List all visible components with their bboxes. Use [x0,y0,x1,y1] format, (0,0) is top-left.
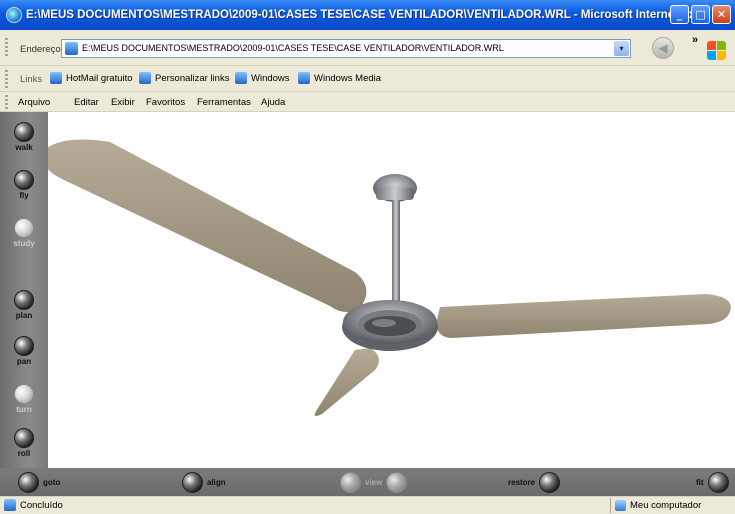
tool-label: study [13,239,35,248]
vrml-viewport[interactable] [0,112,735,468]
tool-label: plan [15,311,33,320]
link-hotmail[interactable]: HotMail gratuito [50,72,133,84]
tool-label: goto [43,478,61,487]
toolbar-grip[interactable] [5,70,8,88]
windows-flag-icon [707,41,727,61]
fit-icon [707,472,729,493]
goto-button[interactable]: goto [18,472,60,493]
tool-label: walk [15,143,33,152]
goto-icon [18,472,39,493]
previous-view-icon[interactable] [340,472,361,493]
study-button[interactable]: study [7,218,41,248]
next-view-icon[interactable] [386,472,408,493]
turn-button[interactable]: turn [7,384,41,414]
fan-light-highlight [372,319,396,327]
fan-blade-left [41,139,367,313]
roll-icon [14,428,34,448]
link-personalizar[interactable]: Personalizar links [139,72,229,84]
pan-icon [14,336,34,356]
restore-button[interactable]: restore [508,472,561,493]
pan-button[interactable]: pan [7,336,41,366]
link-label: Personalizar links [155,72,230,84]
tool-label: view [365,478,383,487]
tool-label: fly [19,191,29,200]
align-button[interactable]: align [182,472,226,493]
restore-icon [539,472,561,493]
tool-label: fit [696,478,704,487]
walk-button[interactable]: walk [7,122,41,152]
fit-button[interactable]: fit [696,472,729,493]
tool-label: turn [16,405,32,414]
study-icon [14,218,34,238]
address-input[interactable]: E:\MEUS DOCUMENTOS\MESTRADO\2009-01\CASE… [61,39,631,58]
walk-icon [14,122,34,142]
tool-label: align [207,478,226,487]
back-button[interactable]: ◀ [652,37,674,59]
menu-ferramentas[interactable]: Ferramentas [197,97,251,108]
align-icon [182,472,203,493]
fan-canopy-base [376,188,414,200]
page-icon [50,72,62,84]
toolbar-grip[interactable] [5,38,8,58]
page-icon [298,72,310,84]
plan-icon [14,290,34,310]
title-bar: E:\MEUS DOCUMENTOS\MESTRADO\2009-01\CASE… [0,0,735,30]
menu-favoritos[interactable]: Favoritos [146,97,185,108]
links-bar: Links HotMail gratuito Personalizar link… [0,66,735,92]
navigation-toolbar-bottom: goto align view restore fit [0,468,735,496]
fly-button[interactable]: fly [7,170,41,200]
plan-button[interactable]: plan [7,290,41,320]
ie-logo-icon [6,7,22,23]
view-buttons[interactable]: view [340,472,408,493]
close-button[interactable]: ✕ [712,5,731,24]
status-text: Concluído [20,500,63,511]
fly-icon [14,170,34,190]
page-icon [235,72,247,84]
address-dropdown-button[interactable]: ▾ [614,41,629,56]
navigation-toolbar-left: walk fly study plan pan turn roll [0,112,48,468]
address-value: E:\MEUS DOCUMENTOS\MESTRADO\2009-01\CASE… [82,43,504,53]
page-icon [139,72,151,84]
link-label: Windows [251,72,290,84]
address-label: Endereço [20,44,61,55]
menu-bar: Arquivo Editar Exibir Favoritos Ferramen… [0,92,735,112]
menu-arquivo[interactable]: Arquivo [18,97,50,108]
maximize-button[interactable]: □ [691,5,710,24]
window-title: E:\MEUS DOCUMENTOS\MESTRADO\2009-01\CASE… [26,9,696,21]
link-label: HotMail gratuito [66,72,133,84]
status-bar: Concluído Meu computador [0,496,735,514]
links-label: Links [20,74,43,85]
tool-label: pan [16,357,32,366]
ceiling-fan-model [41,139,731,416]
page-icon [65,42,78,55]
page-icon [4,499,16,511]
toolbar-grip[interactable] [5,95,8,109]
fan-blade-bottom [314,348,379,416]
menu-ajuda[interactable]: Ajuda [261,97,285,108]
fan-downrod [392,200,400,310]
toolbar-overflow-chevron[interactable]: » [692,34,698,46]
computer-icon [615,500,626,511]
menu-editar[interactable]: Editar [74,97,99,108]
fan-blade-right [436,294,731,338]
minimize-button[interactable]: _ [670,5,689,24]
turn-icon [14,384,34,404]
link-windows-media[interactable]: Windows Media [298,72,381,84]
tool-label: restore [508,478,536,487]
zone-label: Meu computador [630,500,702,511]
roll-button[interactable]: roll [7,428,41,458]
menu-exibir[interactable]: Exibir [111,97,135,108]
address-bar: Endereço E:\MEUS DOCUMENTOS\MESTRADO\200… [0,30,735,66]
link-label: Windows Media [314,72,382,84]
security-zone: Meu computador [610,498,701,513]
link-windows[interactable]: Windows [235,72,290,84]
tool-label: roll [17,449,31,458]
